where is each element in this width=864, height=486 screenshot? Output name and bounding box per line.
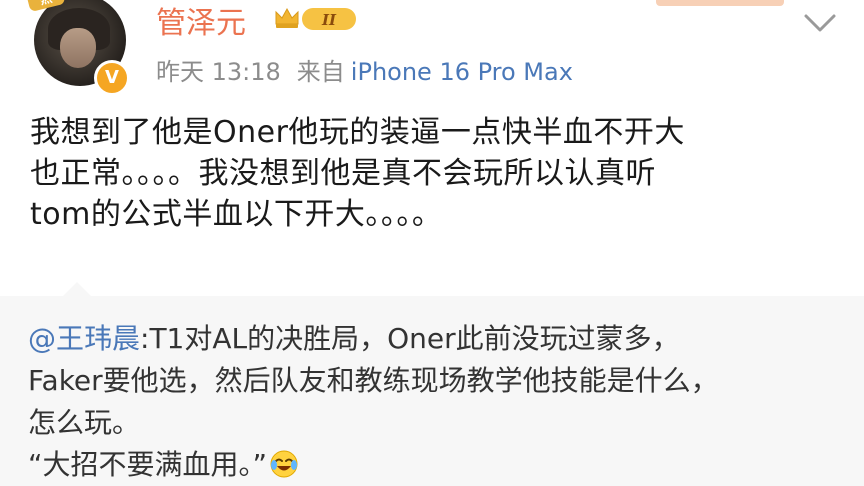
repost-line: @王玮晨:T1对AL的决胜局，Oner此前没玩过蒙多， xyxy=(28,318,858,360)
repost-line: 怎么玩。 xyxy=(28,406,141,439)
post-text-line: 也正常。。。。我没想到他是真不会玩所以认真听 xyxy=(30,156,656,191)
member-level-badge-icon[interactable]: II xyxy=(272,4,360,32)
weibo-post-view: 热 V 管泽元 II 昨天 13:18 来自iPhone 16 Pro Max 我… xyxy=(0,0,864,486)
source-device-link[interactable]: iPhone 16 Pro Max xyxy=(351,58,573,86)
post-header: 热 V 管泽元 II 昨天 13:18 来自iPhone 16 Pro Max xyxy=(0,0,864,110)
repost-line: “大招不要满血用。” xyxy=(28,444,858,486)
verified-badge-icon: V xyxy=(94,60,130,96)
author-name[interactable]: 管泽元 xyxy=(156,0,246,42)
post-text-line: 我想到了他是Oner他玩的装逼一点快半血不开大 xyxy=(30,115,685,150)
avatar-face xyxy=(60,28,96,68)
post-time: 昨天 13:18 xyxy=(156,58,281,86)
source-prefix: 来自 xyxy=(296,58,345,86)
post-text-line: tom的公式半血以下开大。。。。 xyxy=(30,197,443,232)
repost-text: @王玮晨:T1对AL的决胜局，Oner此前没玩过蒙多， Faker要他选，然后队… xyxy=(28,318,858,486)
mention-link[interactable]: @王玮晨 xyxy=(28,322,140,355)
chevron-down-icon[interactable] xyxy=(800,8,840,36)
post-meta: 昨天 13:18 来自 iPhone 16 Pro Max xyxy=(156,52,573,87)
repost-line-text: :T1对AL的决胜局，Oner此前没玩过蒙多， xyxy=(140,322,680,355)
repost-line: Faker要他选，然后队友和教练现场教学他技能是什么， xyxy=(28,364,719,397)
repost-quote-text: “大招不要满血用。” xyxy=(28,448,268,481)
top-decoration-tag xyxy=(656,0,784,6)
member-level-text: II xyxy=(321,11,337,29)
repost-pointer-icon xyxy=(62,282,92,297)
avatar-sticker: 热 xyxy=(26,0,66,13)
post-body-text: 我想到了他是Oner他玩的装逼一点快半血不开大 也正常。。。。我没想到他是真不会… xyxy=(30,112,840,235)
laughing-tears-emoji-icon xyxy=(270,450,298,478)
